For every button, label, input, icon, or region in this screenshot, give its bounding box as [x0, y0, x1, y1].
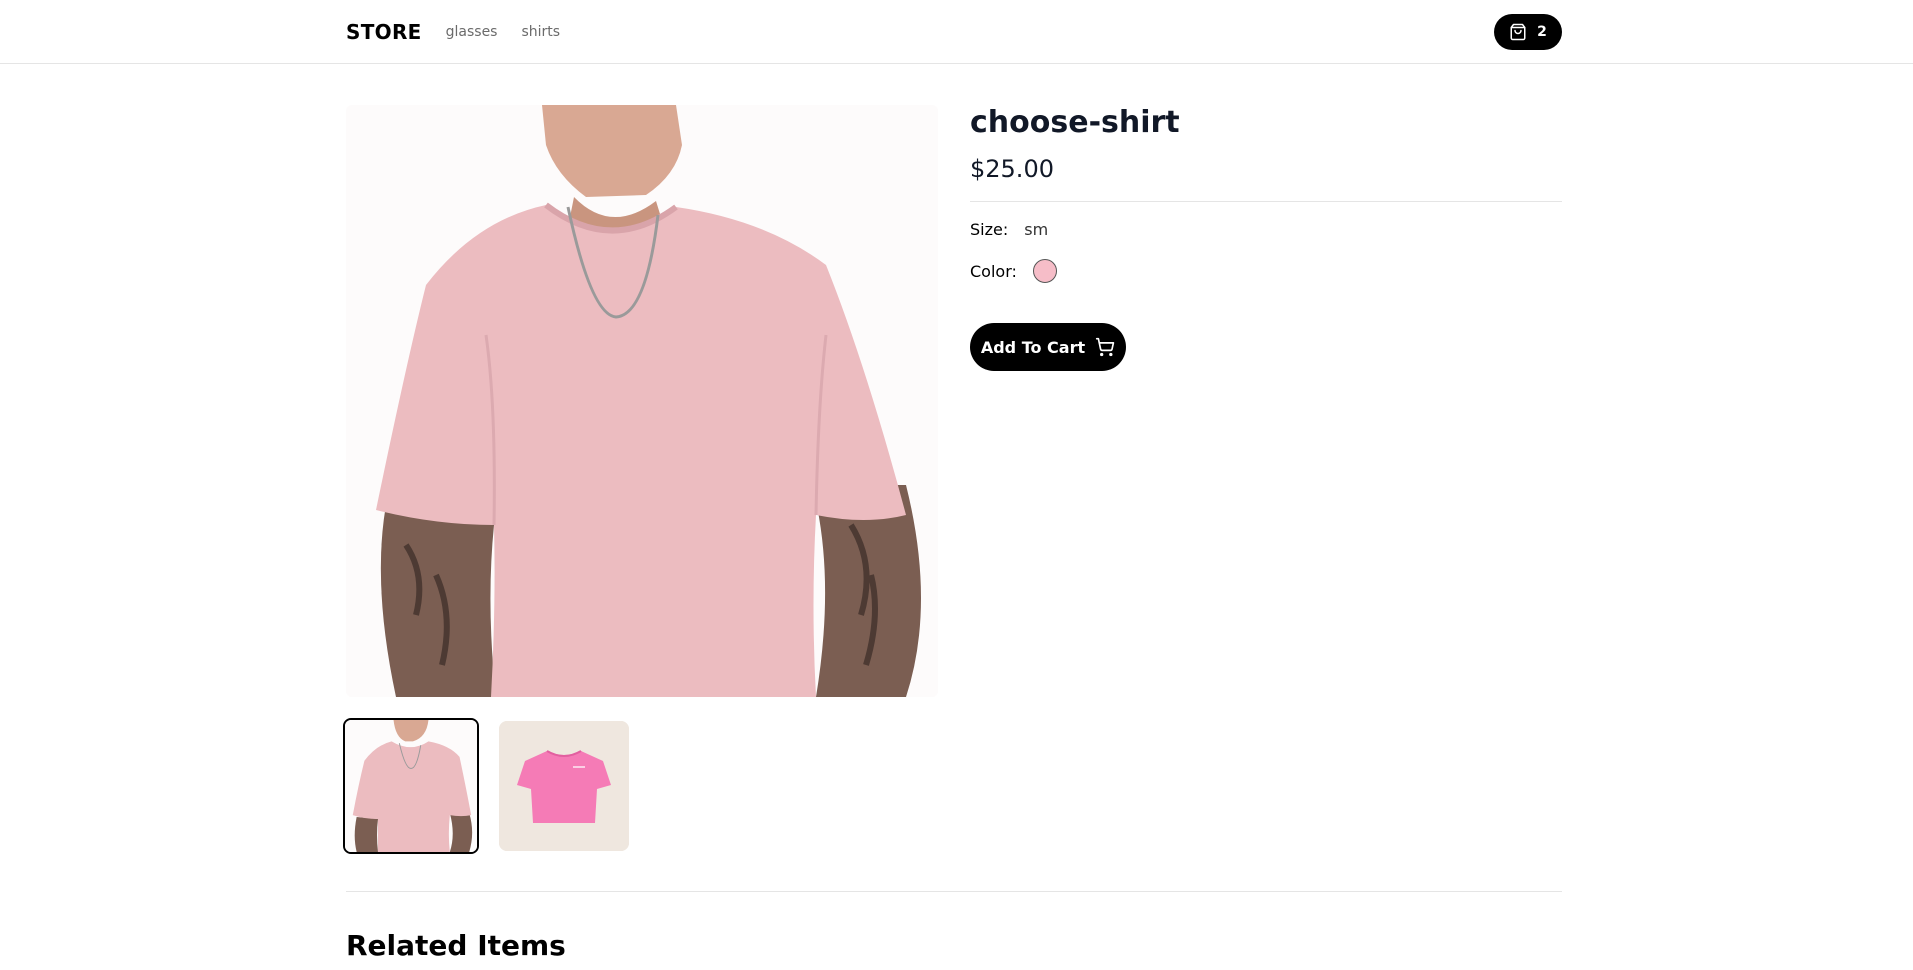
thumbnail-2[interactable] — [499, 721, 629, 851]
product-gallery — [346, 105, 938, 697]
shopping-bag-icon — [1510, 23, 1526, 41]
cart-count: 2 — [1537, 24, 1547, 40]
top-navbar: STORE glasses shirts 2 — [0, 0, 1913, 64]
details-divider — [970, 201, 1562, 202]
product-main-image — [346, 105, 938, 697]
product-title: choose-shirt — [970, 105, 1180, 140]
store-logo[interactable]: STORE — [346, 20, 422, 44]
color-label: Color: — [970, 261, 1017, 281]
size-row: Size: sm — [970, 220, 1562, 239]
size-value: sm — [1024, 220, 1049, 239]
cart-button[interactable]: 2 — [1494, 14, 1562, 50]
product-details: choose-shirt $25.00 Size: sm Color: Add … — [970, 105, 1562, 371]
nav-link-shirts[interactable]: shirts — [521, 24, 560, 40]
navbar-container: STORE glasses shirts 2 — [346, 0, 1562, 64]
shopping-cart-icon — [1096, 337, 1115, 357]
product-price: $25.00 — [970, 155, 1054, 183]
nav-link-glasses[interactable]: glasses — [446, 24, 498, 40]
color-swatch — [1032, 259, 1057, 283]
thumbnail-1[interactable] — [343, 718, 479, 854]
section-divider — [346, 891, 1562, 892]
color-row: Color: — [970, 259, 1562, 283]
size-label: Size: — [970, 220, 1009, 239]
add-to-cart-button[interactable]: Add To Cart — [970, 323, 1126, 371]
thumbnail-list — [343, 718, 629, 854]
related-items-heading: Related Items — [346, 929, 566, 962]
add-to-cart-label: Add To Cart — [980, 337, 1086, 357]
